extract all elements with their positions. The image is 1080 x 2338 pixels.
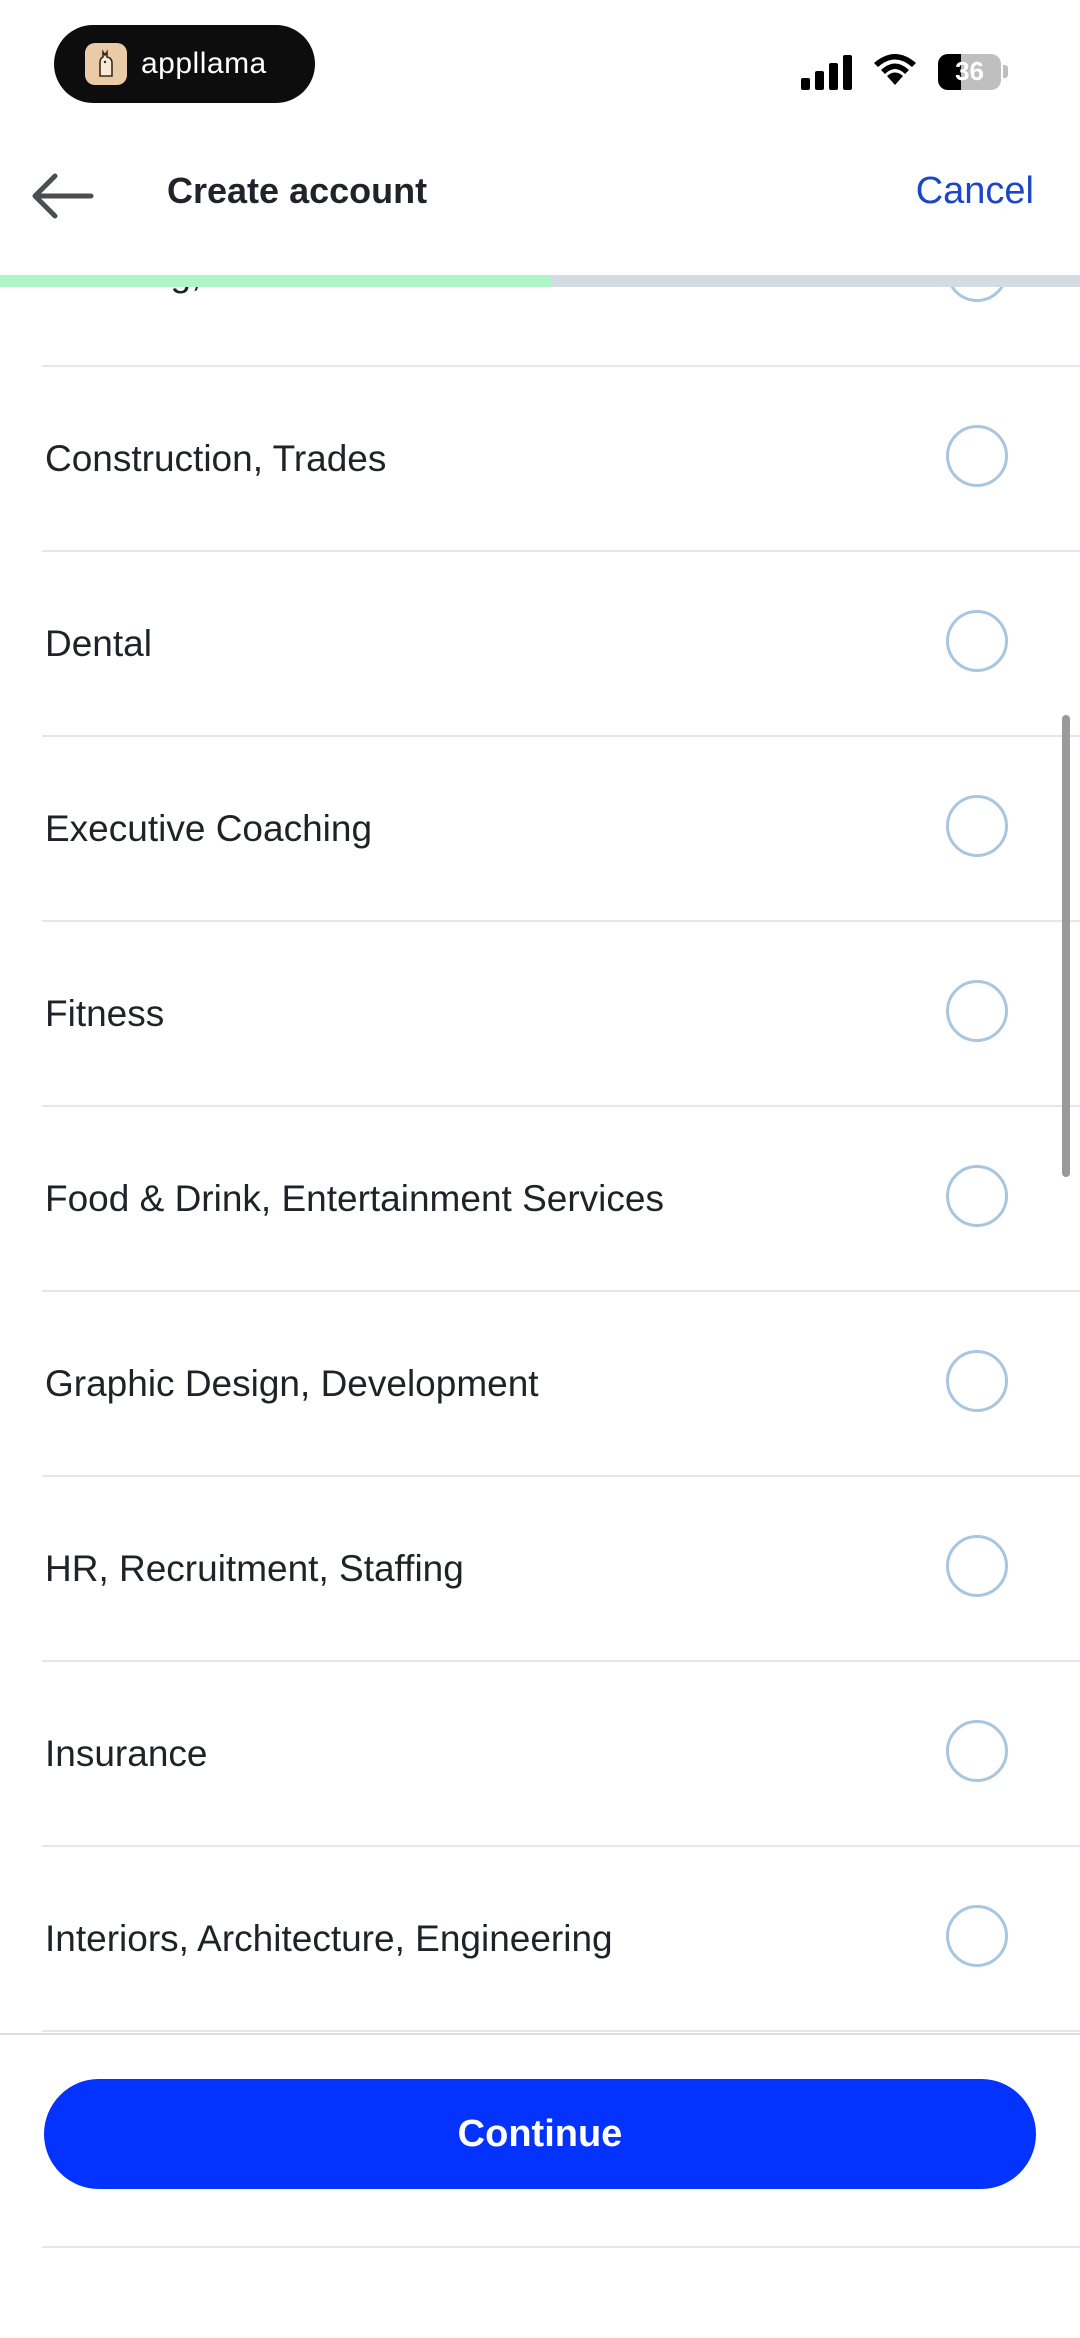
radio-button[interactable]: [946, 610, 1008, 672]
progress-bar: [0, 275, 1080, 287]
app-badge: appllama: [54, 25, 315, 103]
industry-list[interactable]: Cleaning, Janitorial Services Constructio…: [0, 287, 1080, 2033]
radio-button[interactable]: [946, 1905, 1008, 1967]
cancel-button[interactable]: Cancel: [916, 170, 1034, 213]
industry-label: Construction, Trades: [45, 437, 387, 479]
radio-button[interactable]: [946, 795, 1008, 857]
list-item[interactable]: Food & Drink, Entertainment Services: [42, 1107, 1080, 1292]
radio-button[interactable]: [946, 1165, 1008, 1227]
list-item[interactable]: Graphic Design, Development: [42, 1292, 1080, 1477]
cellular-signal-icon: [801, 54, 852, 90]
industry-label: Interiors, Architecture, Engineering: [45, 1917, 613, 1959]
radio-button[interactable]: [946, 980, 1008, 1042]
status-icons: 36: [801, 52, 1008, 91]
battery-icon: 36: [938, 53, 1008, 90]
continue-button[interactable]: Continue: [44, 2079, 1036, 2189]
back-button[interactable]: [22, 160, 102, 232]
industry-list-items: Cleaning, Janitorial Services Constructio…: [0, 287, 1080, 2032]
radio-button[interactable]: [946, 1720, 1008, 1782]
industry-label: Graphic Design, Development: [45, 1362, 539, 1404]
scrollbar[interactable]: [1062, 715, 1070, 1177]
footer: Continue: [0, 2033, 1080, 2338]
industry-label: Fitness: [45, 992, 165, 1034]
progress-fill: [0, 275, 551, 287]
arrow-left-icon: [32, 173, 94, 219]
industry-label: HR, Recruitment, Staffing: [45, 1547, 464, 1589]
radio-button[interactable]: [946, 425, 1008, 487]
status-bar: appllama 36: [0, 0, 1080, 130]
list-item[interactable]: Dental: [42, 552, 1080, 737]
radio-button[interactable]: [946, 1535, 1008, 1597]
list-item[interactable]: Fitness: [42, 922, 1080, 1107]
list-item[interactable]: Cleaning, Janitorial Services: [42, 287, 1080, 367]
header: Create account Cancel: [0, 130, 1080, 275]
list-item[interactable]: HR, Recruitment, Staffing: [42, 1477, 1080, 1662]
list-item[interactable]: Interiors, Architecture, Engineering: [42, 1847, 1080, 2032]
divider: [42, 2246, 1080, 2248]
page-title: Create account: [167, 170, 428, 211]
radio-button[interactable]: [946, 1350, 1008, 1412]
industry-label: Executive Coaching: [45, 807, 373, 849]
industry-label: Food & Drink, Entertainment Services: [45, 1177, 664, 1219]
industry-label: Dental: [45, 622, 152, 664]
list-item[interactable]: Construction, Trades: [42, 367, 1080, 552]
industry-label: Insurance: [45, 1732, 208, 1774]
industry-label: Cleaning, Janitorial Services: [45, 287, 512, 365]
app-name: appllama: [141, 47, 267, 80]
list-item[interactable]: Executive Coaching: [42, 737, 1080, 922]
battery-level: 36: [955, 56, 984, 86]
wifi-icon: [872, 52, 918, 91]
llama-logo-icon: [85, 43, 127, 85]
radio-button[interactable]: [946, 287, 1008, 302]
list-item[interactable]: Insurance: [42, 1662, 1080, 1847]
